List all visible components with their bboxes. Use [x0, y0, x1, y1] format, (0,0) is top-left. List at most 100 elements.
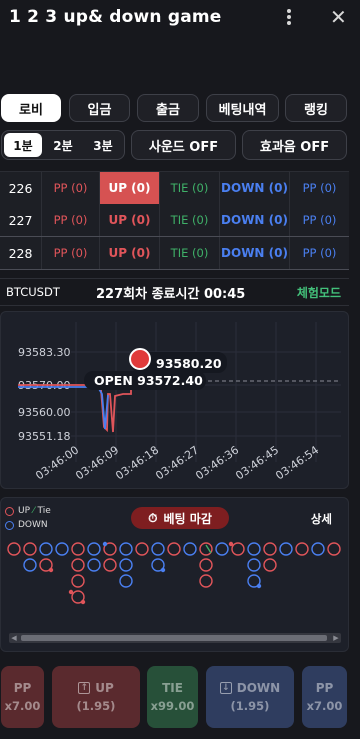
- bead: [311, 542, 325, 556]
- page-title: 1 2 3 up& down game: [9, 7, 222, 27]
- chart-grid: [71, 322, 341, 462]
- bead: [119, 542, 133, 556]
- bead: [119, 558, 133, 572]
- duration-1min[interactable]: 1분: [4, 133, 42, 157]
- down-cell[interactable]: DOWN (0): [220, 237, 290, 269]
- bead: [71, 574, 85, 588]
- x-tick-label: 03:46:18: [113, 443, 161, 482]
- bet-odds: (1.95): [230, 699, 270, 713]
- bet-label: PP: [315, 681, 334, 695]
- tie-cell[interactable]: TIE (0): [160, 204, 220, 236]
- bead: [87, 542, 101, 556]
- bead: [119, 574, 133, 588]
- pp-down-cell[interactable]: PP (0): [290, 172, 349, 204]
- nav-tabs: 로비 입금 출금 베팅내역 랭킹: [0, 94, 360, 122]
- bet-odds: x7.00: [306, 699, 343, 713]
- bead: [247, 558, 261, 572]
- kebab-menu-icon[interactable]: [284, 7, 294, 27]
- bead: [71, 558, 85, 572]
- bet-odds: x99.00: [150, 699, 195, 713]
- scroll-right-icon[interactable]: ▶: [331, 633, 341, 643]
- bead: [263, 558, 277, 572]
- pp-down-cell[interactable]: PP (0): [290, 237, 349, 269]
- symbol-label: BTCUSDT: [6, 285, 60, 299]
- y-tick-label: 93583.30: [18, 346, 71, 359]
- table-row: 228 PP (0) UP (0) TIE (0) DOWN (0) PP (0…: [0, 237, 349, 270]
- bead: [279, 542, 293, 556]
- bet-label: PP: [13, 681, 32, 695]
- x-tick-label: 03:46:09: [73, 443, 121, 482]
- round-number: 226: [0, 172, 42, 204]
- bead: [39, 542, 53, 556]
- bead-grid: [7, 541, 341, 605]
- tab-withdraw[interactable]: 출금: [137, 94, 199, 122]
- pp-up-cell[interactable]: PP (0): [42, 172, 100, 204]
- bead-mark: [256, 583, 262, 589]
- tab-lobby[interactable]: 로비: [1, 94, 61, 122]
- up-cell[interactable]: UP (0): [100, 204, 160, 236]
- bet-label: DOWN: [236, 681, 281, 695]
- bet-buttons: PP x7.00 ↑ UP (1.95) TIE x99.00 ↓ DOWN (1.…: [0, 666, 360, 728]
- x-tick-label: 03:46:27: [153, 443, 201, 482]
- close-icon[interactable]: ✕: [330, 5, 347, 29]
- bead: [23, 558, 37, 572]
- pp-up-cell[interactable]: PP (0): [42, 204, 100, 236]
- horizontal-scrollbar[interactable]: ◀ ▶: [9, 633, 341, 643]
- tie-cell[interactable]: TIE (0): [160, 172, 220, 204]
- bet-down-button[interactable]: ↓ DOWN (1.95): [206, 666, 294, 728]
- bead-road-panel: UP ⁄ Tie DOWN ⏱ 베팅 마감 상세 ◀ ▶: [0, 497, 349, 652]
- bead: [7, 542, 21, 556]
- bet-odds: (1.95): [76, 699, 116, 713]
- tab-deposit[interactable]: 입금: [69, 94, 130, 122]
- bead: [263, 542, 277, 556]
- down-cell[interactable]: DOWN (0): [220, 172, 290, 204]
- tie-mark: [205, 544, 212, 554]
- down-cell[interactable]: DOWN (0): [220, 204, 290, 236]
- scroll-left-icon[interactable]: ◀: [9, 633, 19, 643]
- bet-pp-up-button[interactable]: PP x7.00: [1, 666, 44, 728]
- duration-3min[interactable]: 3분: [84, 133, 122, 157]
- tab-ranking[interactable]: 랭킹: [285, 94, 347, 122]
- arrow-down-box-icon: ↓: [219, 682, 232, 694]
- bead: [103, 558, 117, 572]
- round-number: 228: [0, 237, 42, 269]
- bead: [71, 542, 85, 556]
- bead: [199, 542, 213, 556]
- bet-tie-button[interactable]: TIE x99.00: [147, 666, 198, 728]
- current-price-label: 93580.20: [156, 356, 222, 371]
- demo-mode-badge: 체험모드: [296, 285, 341, 300]
- options-row: 1분 2분 3분 사운드 OFF 효과음 OFF: [0, 130, 360, 160]
- duration-selector: 1분 2분 3분: [1, 130, 125, 160]
- bead: [295, 542, 309, 556]
- bet-up-button[interactable]: ↑ UP (1.95): [52, 666, 140, 728]
- y-tick-label: 93551.18: [18, 430, 71, 443]
- bead: [247, 542, 261, 556]
- top-bar: 1 2 3 up& down game ✕: [0, 0, 360, 36]
- tie-cell[interactable]: TIE (0): [160, 237, 220, 269]
- sound-toggle-button[interactable]: 사운드 OFF: [131, 130, 236, 160]
- pp-up-cell[interactable]: PP (0): [42, 237, 100, 269]
- x-tick-label: 03:46:45: [233, 443, 281, 482]
- bead-mark: [102, 541, 108, 547]
- bead: [215, 542, 229, 556]
- up-cell[interactable]: UP (0): [100, 237, 160, 269]
- up-cell[interactable]: UP (0): [100, 172, 160, 204]
- duration-2min[interactable]: 2분: [44, 133, 82, 157]
- x-tick-label: 03:46:00: [33, 443, 81, 482]
- bead: [55, 542, 69, 556]
- bead: [327, 542, 341, 556]
- round-info-bar: BTCUSDT 227회차 종료시간 00:45 체험모드: [0, 278, 349, 306]
- bet-pp-down-button[interactable]: PP x7.00: [302, 666, 347, 728]
- bead: [87, 558, 101, 572]
- scrollbar-thumb[interactable]: [21, 635, 327, 641]
- effect-sound-toggle-button[interactable]: 효과음 OFF: [242, 130, 347, 160]
- bead: [199, 574, 213, 588]
- tab-bet-history[interactable]: 베팅내역: [206, 94, 279, 122]
- rounds-table: 226 PP (0) UP (0) TIE (0) DOWN (0) PP (0…: [0, 171, 349, 270]
- current-price-dot: [129, 348, 151, 370]
- bead: [135, 542, 149, 556]
- pp-down-cell[interactable]: PP (0): [290, 204, 349, 236]
- bead: [231, 542, 245, 556]
- bead: [199, 558, 213, 572]
- bead-mark: [228, 541, 234, 547]
